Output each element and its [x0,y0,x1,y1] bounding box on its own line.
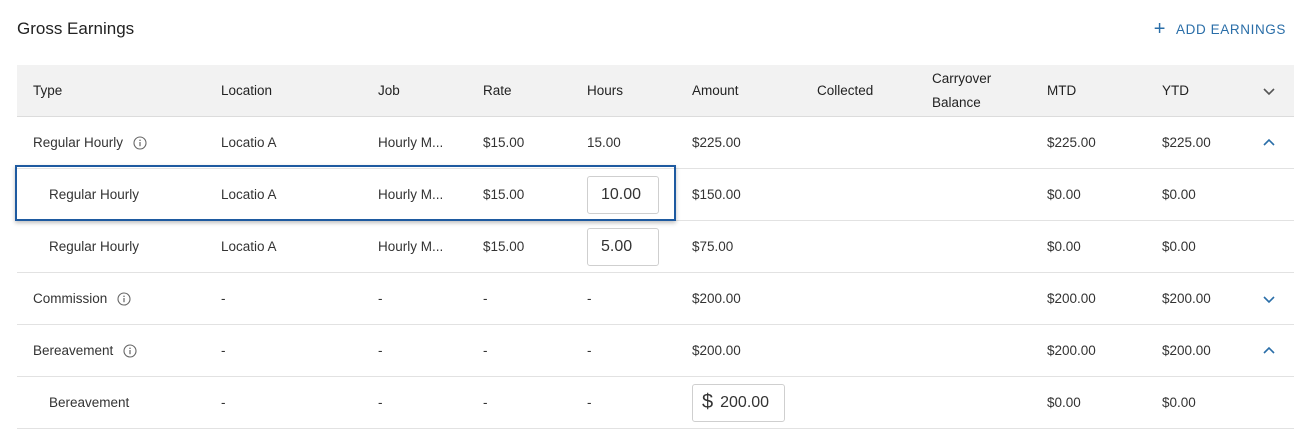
info-icon[interactable] [117,291,131,306]
ytd-cell: $200.00 [1162,343,1211,358]
location-cell: Locatio A [221,239,277,254]
mtd-cell: $225.00 [1047,135,1096,150]
col-collected[interactable]: Collected [817,65,873,116]
chevron-up-icon [1263,138,1275,146]
type-label: Commission [33,291,108,306]
amount-input-value: 200.00 [720,393,770,411]
col-amount[interactable]: Amount [692,65,739,116]
ytd-cell: $200.00 [1162,291,1211,306]
amount-cell: $150.00 [692,187,741,202]
currency-symbol: $ [702,391,714,413]
selection-highlight [15,165,676,221]
hours-cell: 15.00 [587,135,621,150]
col-carryover-balance[interactable]: Carryover Balance [932,65,991,116]
add-earnings-label: ADD EARNINGS [1176,21,1286,37]
collapse-toggle[interactable] [1257,117,1281,168]
type-label: Regular Hourly [33,135,124,150]
job-cell: - [378,291,383,306]
mtd-cell: $0.00 [1047,239,1081,254]
type-cell: Commission [33,273,131,324]
mtd-cell: $0.00 [1047,395,1081,410]
job-cell: Hourly M... [378,135,444,150]
amount-input[interactable]: $ 200.00 [692,383,785,422]
rate-cell: $15.00 [483,239,525,254]
mtd-cell: $200.00 [1047,343,1096,358]
info-icon[interactable] [133,135,147,150]
chevron-down-icon [1263,295,1275,303]
table-row: Regular Hourly Locatio A Hourly M... $15… [17,117,1294,169]
rate-cell: - [483,395,488,410]
hours-input[interactable]: 5.00 [587,227,659,266]
collapse-toggle[interactable] [1257,325,1281,376]
col-hours[interactable]: Hours [587,65,623,116]
job-cell: - [378,343,383,358]
amount-cell: $ 200.00 [692,377,785,428]
rate-cell: $15.00 [483,135,525,150]
expand-toggle[interactable] [1257,273,1281,324]
col-ytd[interactable]: YTD [1162,65,1189,116]
mtd-cell: $0.00 [1047,187,1081,202]
hours-cell: - [587,291,592,306]
mtd-cell: $200.00 [1047,291,1096,306]
hours-cell: - [587,343,592,358]
add-earnings-button[interactable]: + ADD EARNINGS [1153,18,1286,40]
hours-cell: 5.00 [587,221,659,272]
table-row: Bereavement - - - - $ 200.00 $0.00 $0.00 [17,377,1294,429]
section-title: Gross Earnings [17,19,135,38]
table-row: Commission - - - - $200.00 $200.00 $200.… [17,273,1294,325]
ytd-cell: $0.00 [1162,187,1196,202]
col-job[interactable]: Job [378,65,400,116]
type-cell: Regular Hourly [33,117,147,168]
expand-all-toggle[interactable] [1257,65,1281,116]
info-icon[interactable] [123,343,137,358]
ytd-cell: $0.00 [1162,395,1196,410]
job-cell: Hourly M... [378,239,444,254]
chevron-down-icon [1263,87,1275,95]
col-rate[interactable]: Rate [483,65,512,116]
location-cell: - [221,291,226,306]
col-carryover-line1: Carryover [932,70,992,86]
table-row: Bereavement - - - - $200.00 $200.00 $200… [17,325,1294,377]
amount-cell: $225.00 [692,135,741,150]
rate-cell: - [483,343,488,358]
col-carryover-line2: Balance [932,94,981,110]
amount-cell: $200.00 [692,343,741,358]
type-cell: Bereavement [33,325,137,376]
ytd-cell: $0.00 [1162,239,1196,254]
job-cell: - [378,395,383,410]
table-header: Type Location Job Rate Hours Amount Coll… [17,65,1294,117]
col-mtd[interactable]: MTD [1047,65,1076,116]
location-cell: - [221,395,226,410]
ytd-cell: $225.00 [1162,135,1211,150]
col-location[interactable]: Location [221,65,272,116]
hours-cell: - [587,395,592,410]
location-cell: - [221,343,226,358]
amount-cell: $75.00 [692,239,734,254]
table-row: Regular Hourly Locatio A Hourly M... $15… [17,221,1294,273]
type-label: Bereavement [33,343,114,358]
chevron-up-icon [1263,346,1275,354]
location-cell: Locatio A [221,135,277,150]
type-label: Bereavement [49,395,130,410]
plus-icon: + [1153,18,1167,40]
earnings-table: Type Location Job Rate Hours Amount Coll… [17,65,1294,429]
amount-cell: $200.00 [692,291,741,306]
type-label: Regular Hourly [49,239,140,254]
col-type[interactable]: Type [33,65,62,116]
rate-cell: - [483,291,488,306]
